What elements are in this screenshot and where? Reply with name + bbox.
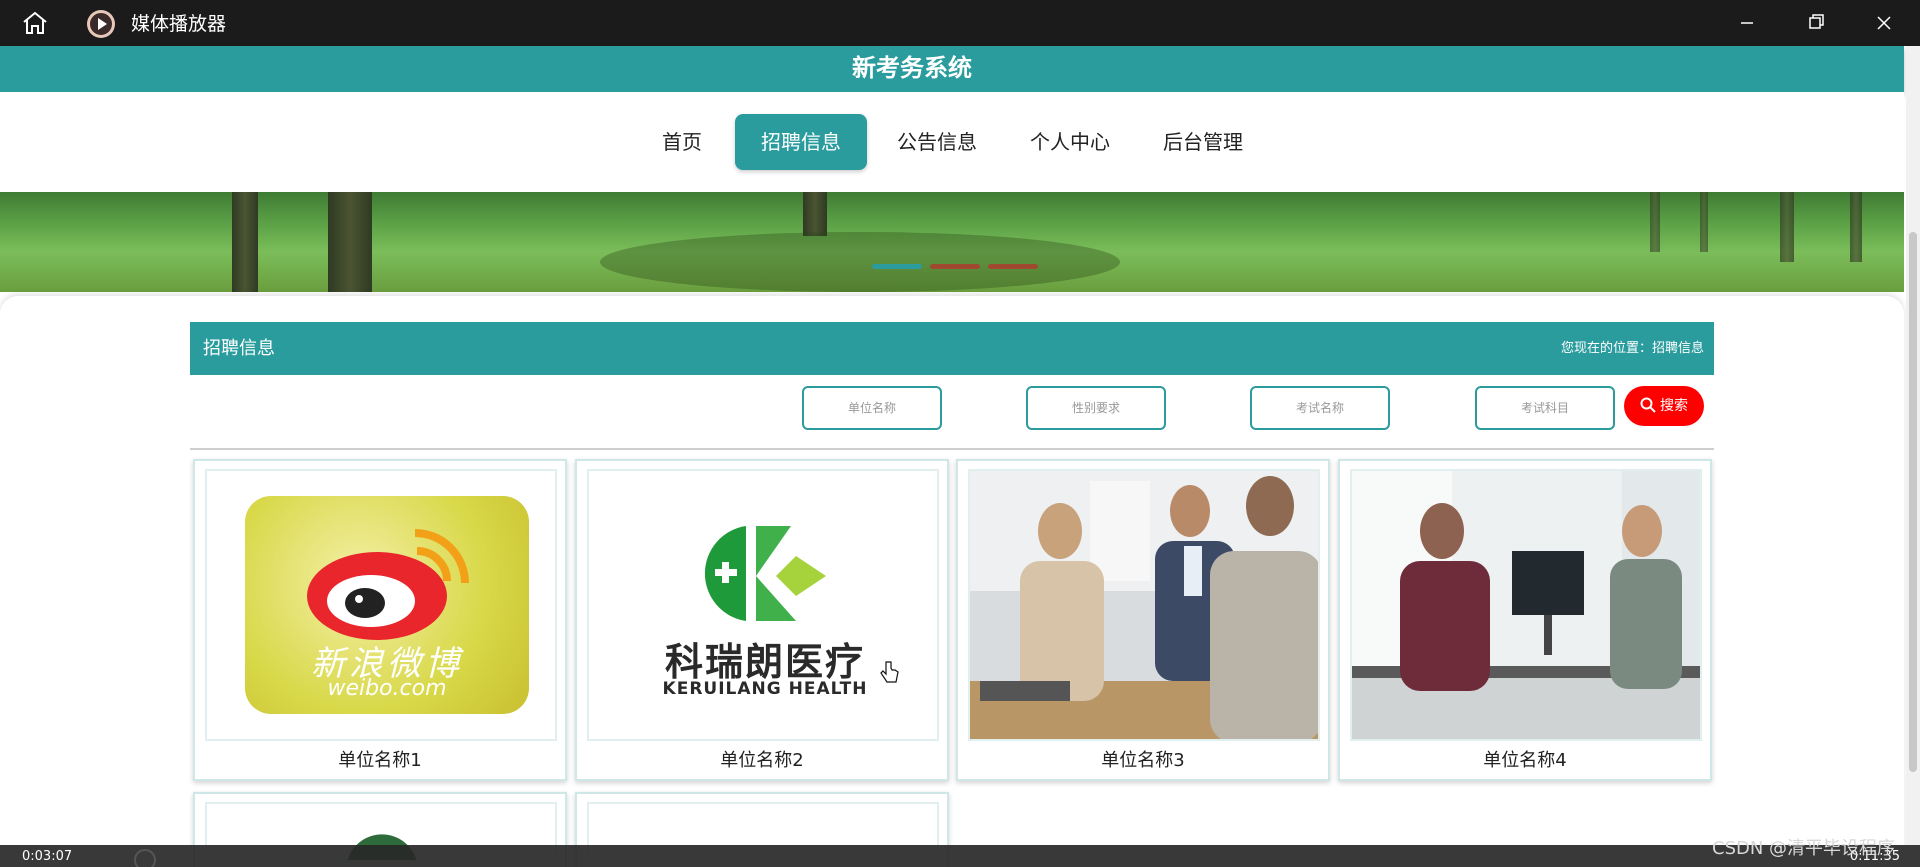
search-icon	[1640, 397, 1656, 413]
minimize-icon[interactable]	[1727, 8, 1767, 38]
unit-name-input[interactable]	[802, 386, 942, 430]
nav-item-home[interactable]: 首页	[646, 114, 718, 170]
page-scrollbar[interactable]	[1906, 46, 1920, 846]
exam-name-input[interactable]	[1250, 386, 1390, 430]
site-title: 新考务系统	[852, 54, 972, 82]
elapsed-time: 0:03:07	[22, 849, 73, 864]
nav-item-recruitment[interactable]: 招聘信息	[735, 114, 867, 170]
breadcrumb: 您现在的位置：招聘信息	[1560, 341, 1704, 356]
section-header: 招聘信息 您现在的位置：招聘信息	[190, 322, 1714, 375]
weibo-logo-icon	[307, 529, 469, 640]
recruitment-card[interactable]: 科瑞朗医疗 KERUILANG HEALTH 单位名称2	[575, 459, 949, 781]
search-button[interactable]: 搜索	[1624, 386, 1704, 426]
card-image: 新浪微博 weibo.com	[205, 469, 557, 741]
watermark: CSDN @清平毕设程序	[1712, 838, 1896, 859]
player-titlebar: 媒体播放器	[0, 0, 1920, 46]
close-icon[interactable]	[1864, 8, 1904, 38]
player-controls-bar: 0:03:07 0:11:35	[0, 845, 1920, 867]
exam-subject-input[interactable]	[1475, 386, 1615, 430]
seek-handle[interactable]	[134, 849, 156, 867]
site-header: 新考务系统	[0, 46, 1904, 92]
home-icon[interactable]	[20, 10, 50, 36]
office-meeting-photo	[970, 471, 1318, 739]
card-image: 科瑞朗医疗 KERUILANG HEALTH	[587, 469, 939, 741]
card-title[interactable]: 单位名称1	[195, 747, 565, 775]
recruitment-card[interactable]: 单位名称3	[956, 459, 1330, 781]
restore-icon[interactable]	[1795, 8, 1835, 38]
scrollbar-thumb[interactable]	[1909, 232, 1917, 772]
recruitment-card[interactable]: 新浪微博 weibo.com 单位名称1	[193, 459, 567, 781]
nav-item-announcements[interactable]: 公告信息	[884, 114, 990, 170]
card-title[interactable]: 单位名称2	[577, 747, 947, 775]
search-label: 搜索	[1660, 398, 1688, 414]
card-image	[1350, 469, 1702, 741]
section-title: 招聘信息	[203, 338, 275, 359]
nav-item-profile[interactable]: 个人中心	[1017, 114, 1123, 170]
screen: 媒体播放器 新考务系统 首页 招聘信息 公告信息 个人中心 后台管理 招聘信息 …	[0, 0, 1920, 867]
gender-requirement-input[interactable]	[1026, 386, 1166, 430]
recruitment-card[interactable]: 单位名称4	[1338, 459, 1712, 781]
card-image	[968, 469, 1320, 741]
keruilang-logo-icon	[704, 526, 826, 621]
carousel-dot[interactable]	[930, 264, 980, 269]
carousel-dot-active[interactable]	[872, 264, 922, 269]
play-icon	[87, 10, 115, 38]
main-nav: 首页 招聘信息 公告信息 个人中心 后台管理	[0, 92, 1904, 192]
nav-item-admin[interactable]: 后台管理	[1150, 114, 1256, 170]
card-logo-subtext: weibo.com	[327, 676, 447, 701]
hand-cursor-icon	[880, 661, 899, 683]
divider	[190, 448, 1714, 450]
banner-carousel[interactable]	[0, 192, 1904, 292]
card-title[interactable]: 单位名称3	[958, 747, 1328, 775]
carousel-dot[interactable]	[988, 264, 1038, 269]
card-title[interactable]: 单位名称4	[1340, 747, 1710, 775]
office-discussion-photo	[1352, 471, 1700, 739]
player-title: 媒体播放器	[131, 13, 227, 35]
